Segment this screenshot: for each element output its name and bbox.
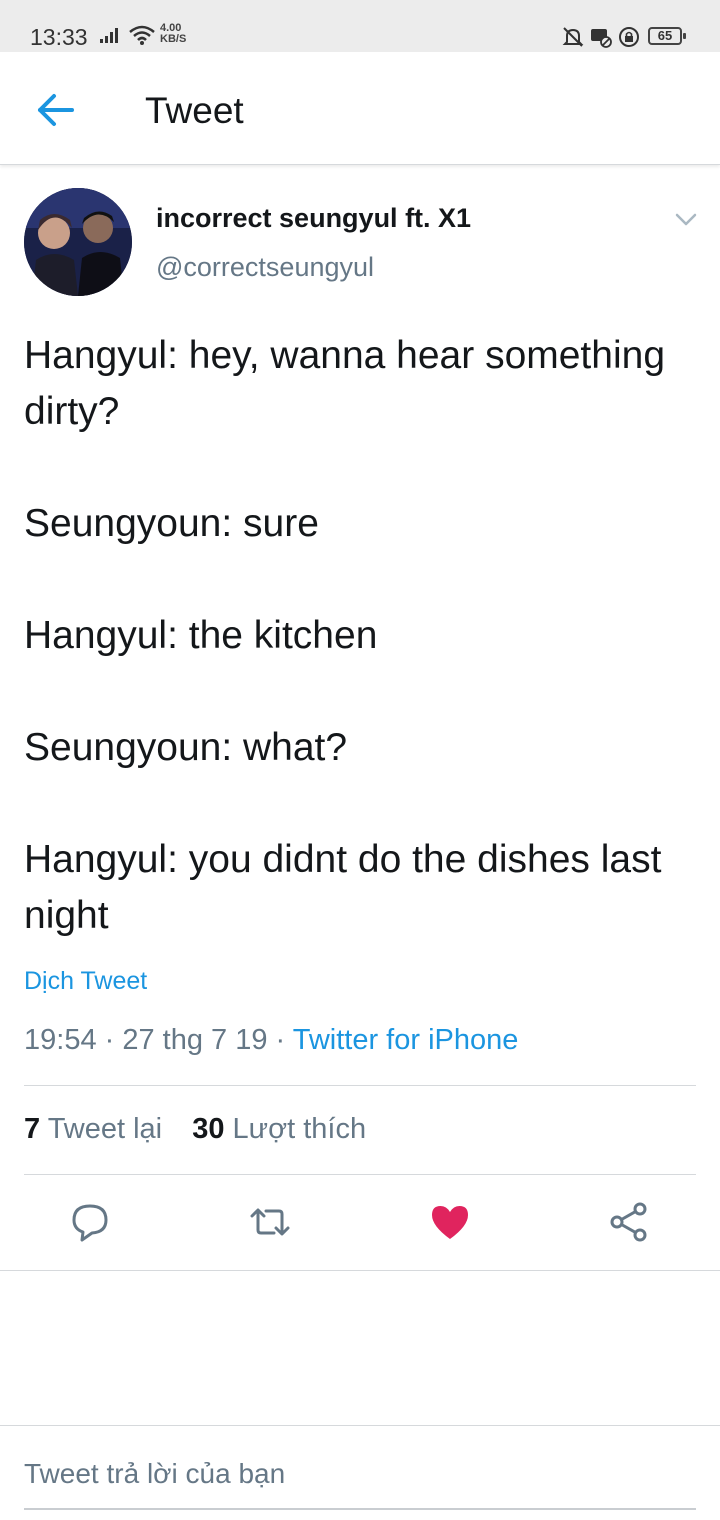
back-button[interactable]	[30, 88, 80, 132]
tweet-text: Hangyul: hey, wanna hear something dirty…	[24, 328, 704, 944]
reply-placeholder: Tweet trả lời của bạn	[24, 1458, 286, 1489]
avatar-image	[24, 188, 132, 296]
retweet-count: 7	[24, 1113, 41, 1145]
tweet-line: Hangyul: you didnt do the dishes last ni…	[24, 838, 662, 937]
tweet-action-bar	[0, 1176, 720, 1270]
share-button[interactable]	[608, 1200, 652, 1244]
reply-button[interactable]	[68, 1200, 112, 1244]
top-app-bar: Tweet	[0, 52, 720, 165]
reply-icon	[72, 1204, 108, 1242]
heart-icon	[432, 1206, 468, 1239]
retweet-stat[interactable]: 7 Tweet lại	[24, 1113, 162, 1145]
status-bar: 13:33 4.00 KB/S 65	[0, 0, 720, 52]
retweet-stat-label: Tweet lại	[47, 1113, 163, 1145]
tweet-stats: 7 Tweet lại 30 Lượt thích	[24, 1113, 366, 1146]
tweet-line: Hangyul: the kitchen	[24, 614, 378, 657]
bell-muted-icon	[562, 27, 584, 47]
battery-indicator: 65	[648, 27, 686, 45]
translate-tweet-link[interactable]: Dịch Tweet	[24, 967, 147, 996]
tweet-line: Seungyoun: sure	[24, 502, 319, 545]
author-handle[interactable]: @correctseungyul	[156, 252, 374, 283]
like-stat[interactable]: 30 Lượt thích	[192, 1113, 366, 1145]
divider	[24, 1085, 696, 1086]
avatar[interactable]	[24, 188, 132, 296]
share-icon	[610, 1202, 647, 1242]
divider	[0, 1270, 720, 1271]
message-blocked-icon	[591, 29, 612, 48]
divider	[0, 1425, 720, 1426]
arrow-left-icon	[38, 94, 74, 126]
retweet-button[interactable]	[248, 1200, 292, 1244]
divider	[24, 1174, 696, 1175]
signal-icon	[100, 28, 118, 43]
author-name[interactable]: incorrect seungyul ft. X1	[156, 203, 471, 234]
tweet-timestamp: 19:54 · 27 thg 7 19 ·	[24, 1024, 293, 1056]
tweet-line: Seungyoun: what?	[24, 726, 348, 769]
like-stat-label: Lượt thích	[232, 1113, 367, 1145]
status-time: 13:33	[30, 24, 88, 50]
reply-input[interactable]: Tweet trả lời của bạn	[24, 1444, 696, 1510]
tweet-line: Hangyul: hey, wanna hear something dirty…	[24, 334, 666, 433]
wifi-icon	[129, 25, 155, 45]
tweet-menu-button[interactable]	[672, 208, 700, 230]
like-count: 30	[192, 1113, 225, 1145]
chevron-down-icon	[675, 213, 697, 226]
page-title: Tweet	[145, 90, 244, 131]
retweet-icon	[250, 1208, 290, 1236]
network-speed: 4.00 KB/S	[160, 22, 187, 45]
like-button[interactable]	[428, 1200, 472, 1244]
tweet-source-link[interactable]: Twitter for iPhone	[293, 1024, 519, 1056]
rotation-lock-icon	[619, 27, 639, 47]
tweet-metadata: 19:54 · 27 thg 7 19 · Twitter for iPhone	[24, 1024, 518, 1057]
